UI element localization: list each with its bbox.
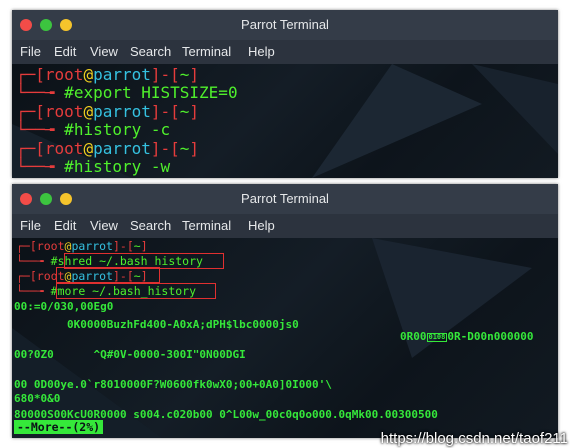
output-line: 0K0000BuzhFd400-A0xA;dPH$lbc0000js0	[14, 318, 299, 331]
menu-help[interactable]: Help	[248, 44, 275, 59]
prompt-line: ┌─[root@parrot]-[~]	[16, 65, 200, 84]
prompt-line: ┌─[root@parrot]-[~]	[16, 239, 148, 253]
prompt-line: ┌─[root@parrot]-[~]	[16, 139, 200, 158]
menu-file[interactable]: File	[20, 44, 41, 59]
menu-bar: File Edit View Search Terminal Help	[12, 40, 558, 64]
output-line: 00?0Z0 ^Q#0V-0000-300I"0N00DGI	[14, 348, 246, 361]
menu-search[interactable]: Search	[130, 218, 171, 233]
output-line: 680*0&0	[14, 392, 61, 405]
highlight-box-prompt	[56, 267, 160, 283]
watermark: https://blog.csdn.net/taof211	[380, 430, 568, 447]
output-line: 0R00 0108 0R-D00n000000	[400, 330, 534, 343]
prompt-line: ┌─[root@parrot]-[~]	[16, 102, 200, 121]
terminal-window-bottom: Parrot Terminal File Edit View Search Te…	[12, 184, 558, 438]
command-line: └──╼ #history -w	[16, 157, 171, 176]
command-line: └──╼ #export HISTSIZE=0	[16, 83, 238, 102]
menu-edit[interactable]: Edit	[54, 44, 76, 59]
window-title: Parrot Terminal	[241, 17, 329, 32]
menu-bar: File Edit View Search Terminal Help	[12, 214, 558, 238]
title-bar[interactable]: Parrot Terminal	[12, 10, 558, 40]
highlight-box-more	[56, 283, 216, 299]
terminal-window-top: Parrot Terminal File Edit View Search Te…	[12, 10, 558, 178]
menu-terminal[interactable]: Terminal	[182, 44, 231, 59]
unprintable-glyph-icon: 0108	[426, 332, 448, 342]
output-line: 00:=0/030,00Eg0	[14, 300, 114, 313]
terminal-content[interactable]: ┌─[root@parrot]-[~] └──╼ #shred ~/.bash_…	[12, 238, 558, 438]
menu-view[interactable]: View	[90, 44, 118, 59]
menu-edit[interactable]: Edit	[54, 218, 76, 233]
command-line: └──╼ #history -c	[16, 120, 171, 139]
pager-status: --More--(2%)	[14, 420, 104, 434]
terminal-content[interactable]: ┌─[root@parrot]-[~] └──╼ #export HISTSIZ…	[12, 64, 558, 178]
menu-terminal[interactable]: Terminal	[182, 218, 231, 233]
window-title: Parrot Terminal	[241, 191, 329, 206]
menu-search[interactable]: Search	[130, 44, 171, 59]
menu-view[interactable]: View	[90, 218, 118, 233]
output-line: 00 0D00ye.0`r8010000F?W0600fk0wX0;00+0A0…	[14, 378, 332, 391]
menu-help[interactable]: Help	[248, 218, 275, 233]
menu-file[interactable]: File	[20, 218, 41, 233]
title-bar[interactable]: Parrot Terminal	[12, 184, 558, 214]
